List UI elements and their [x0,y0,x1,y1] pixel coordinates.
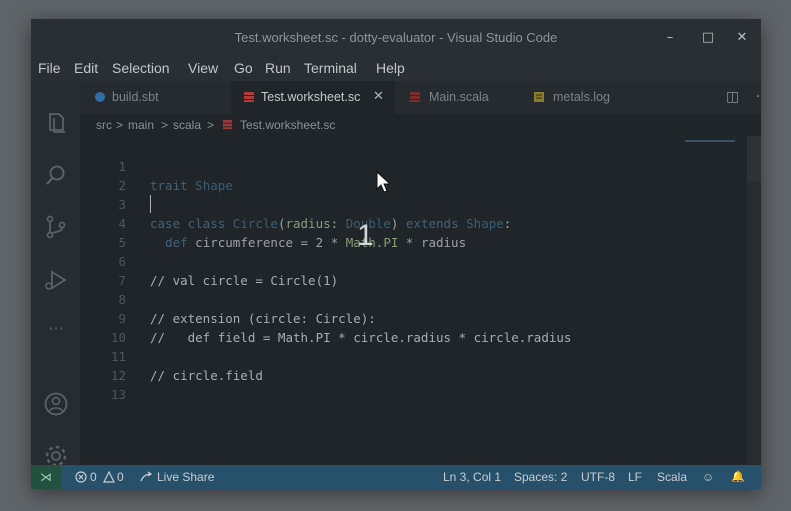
menu-selection[interactable]: Selection [112,60,170,76]
mouse-pointer-icon [376,171,390,193]
line-number: 8 [118,292,126,307]
line-number: 4 [118,216,126,231]
breadcrumb-separator: > [116,118,124,132]
tab-build-sbt[interactable]: build.sbt [80,81,193,114]
vscode-window: Test.worksheet.sc - dotty-evaluator - Vi… [31,19,761,489]
tab-label: Test.worksheet.sc [261,90,361,104]
breadcrumb-src[interactable]: src [96,118,112,132]
line-number: 13 [110,387,126,402]
sbt-file-icon [95,92,105,102]
line-number: 3 [118,197,126,212]
code-line: trait Shape [150,178,233,193]
text-cursor [150,195,151,213]
warning-icon[interactable] [103,471,115,483]
line-number: 12 [110,368,126,383]
status-bar: ⋊ 0 0 Live Share Ln 3, Col 1 Spaces: 2 U… [31,465,761,489]
remote-indicator-icon[interactable]: ⋊ [31,465,61,489]
split-editor-icon[interactable]: ◫ [726,89,739,105]
live-share-button[interactable]: Live Share [157,470,214,484]
warning-count[interactable]: 0 [117,470,124,484]
line-number: 9 [118,311,126,326]
line-number: 5 [118,235,126,250]
menu-terminal[interactable]: Terminal [304,60,357,76]
menu-edit[interactable]: Edit [74,60,98,76]
menu-bar: File Edit Selection View Go Run Terminal… [31,57,761,81]
breadcrumb-separator: > [161,118,169,132]
tab-label: build.sbt [112,90,159,104]
overlay-step-number: 1 [357,219,374,252]
tab-label: metals.log [553,90,610,104]
title-bar: Test.worksheet.sc - dotty-evaluator - Vi… [31,19,761,57]
minimize-button[interactable]: – [659,27,681,49]
close-window-button[interactable]: ✕ [731,27,753,49]
activity-bar: ··· [31,81,80,467]
run-debug-icon[interactable] [43,267,69,293]
code-line: // circle.field [150,368,263,383]
indentation-setting[interactable]: Spaces: 2 [514,470,567,484]
error-count[interactable]: 0 [90,470,97,484]
code-line: case class Circle(radius: Double) extend… [150,216,512,231]
vertical-scrollbar[interactable] [747,136,761,465]
line-number: 6 [118,254,126,269]
eol-setting[interactable]: LF [628,470,642,484]
code-line: // extension (circle: Circle): [150,311,376,326]
menu-run[interactable]: Run [265,60,291,76]
feedback-icon[interactable]: ☺ [702,470,714,484]
more-actions-icon[interactable]: ··· [756,89,761,105]
line-number: 10 [110,330,126,345]
more-icon[interactable]: ··· [43,319,69,345]
tab-label: Main.scala [429,90,489,104]
tab-main-scala[interactable]: Main.scala [395,81,513,114]
code-line: // val circle = Circle(1) [150,273,339,288]
menu-view[interactable]: View [188,60,218,76]
search-icon[interactable] [43,162,69,188]
account-icon[interactable] [43,391,69,417]
maximize-button[interactable]: □ [697,27,719,49]
scala-file-icon [410,92,420,102]
log-file-icon [534,92,544,102]
code-line: def circumference = 2 * Math.PI * radius [165,235,467,250]
breadcrumb: src > main > scala > Test.worksheet.sc [80,114,761,136]
tab-metals-log[interactable]: metals.log [513,81,631,114]
breadcrumb-file[interactable]: Test.worksheet.sc [240,118,335,132]
code-editor[interactable]: 1 2 3 4 5 6 7 8 9 10 11 12 13 trait Shap… [80,136,730,465]
tab-test-worksheet[interactable]: Test.worksheet.sc ✕ [231,81,395,114]
cursor-position[interactable]: Ln 3, Col 1 [443,470,501,484]
breadcrumb-main[interactable]: main [128,118,154,132]
minimap-content [685,140,735,142]
menu-go[interactable]: Go [234,60,253,76]
line-number: 1 [118,159,126,174]
error-icon[interactable] [75,471,87,483]
breadcrumb-scala[interactable]: scala [173,118,201,132]
window-title: Test.worksheet.sc - dotty-evaluator - Vi… [234,30,558,45]
scrollbar-thumb[interactable] [747,136,761,181]
breadcrumb-separator: > [207,118,215,132]
line-number: 2 [118,178,126,193]
code-line: // def field = Math.PI * circle.radius *… [150,330,572,345]
scala-file-icon [222,119,233,130]
minimap[interactable] [681,136,747,465]
line-number: 11 [110,349,126,364]
notifications-bell-icon[interactable]: 🔔 [731,470,745,483]
editor-tabs: build.sbt Test.worksheet.sc ✕ Main.scala… [80,81,761,114]
line-number: 7 [118,273,126,288]
scala-file-icon [244,92,254,102]
language-mode[interactable]: Scala [657,470,687,484]
encoding-setting[interactable]: UTF-8 [581,470,615,484]
menu-file[interactable]: File [38,60,61,76]
live-share-icon[interactable] [140,471,153,483]
menu-help[interactable]: Help [376,60,405,76]
explorer-icon[interactable] [43,110,69,136]
tab-close-icon[interactable]: ✕ [373,89,384,104]
source-control-icon[interactable] [43,214,69,240]
